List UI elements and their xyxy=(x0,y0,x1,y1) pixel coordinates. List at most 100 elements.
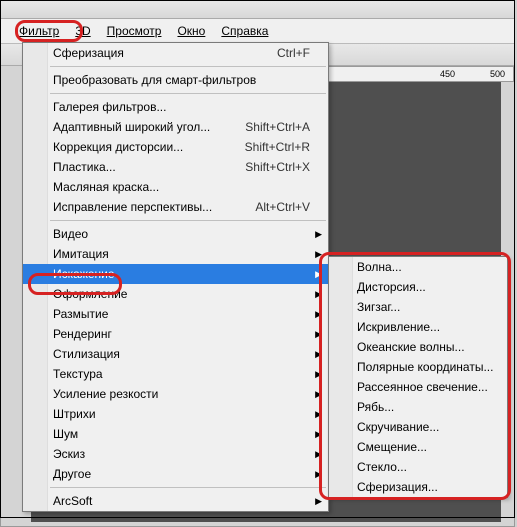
menu-item-sharpen[interactable]: Усиление резкости ▶ xyxy=(23,384,328,404)
menu-item-label: Оформление xyxy=(53,287,127,301)
titlebar xyxy=(1,1,514,19)
menu-item-arcsoft[interactable]: ArcSoft ▶ xyxy=(23,491,328,511)
menu-item-label: Размытие xyxy=(53,307,108,321)
menu-item-label: Галерея фильтров... xyxy=(53,100,166,114)
menu-item-last-filter[interactable]: Сферизация Ctrl+F xyxy=(23,43,328,63)
menu-separator xyxy=(50,66,326,67)
chevron-right-icon: ▶ xyxy=(315,429,322,440)
submenu-item-distortion[interactable]: Дисторсия... xyxy=(329,277,507,297)
menu-item-shortcut: Shift+Ctrl+X xyxy=(245,160,310,174)
menu-item-label: Коррекция дисторсии... xyxy=(53,140,183,154)
menu-item-adaptive[interactable]: Адаптивный широкий угол... Shift+Ctrl+A xyxy=(23,117,328,137)
menu-item-distort[interactable]: Искажение ▶ xyxy=(23,264,328,284)
filter-menu: Сферизация Ctrl+F Преобразовать для смар… xyxy=(22,42,329,512)
menu-item-shortcut: Alt+Ctrl+V xyxy=(255,200,310,214)
menu-item-decor[interactable]: Оформление ▶ xyxy=(23,284,328,304)
chevron-right-icon: ▶ xyxy=(315,269,322,280)
menu-item-label: Имитация xyxy=(53,247,109,261)
menu-item-label: Стекло... xyxy=(357,460,407,474)
menu-item-label: ArcSoft xyxy=(53,494,92,508)
menu-item-label: Штрихи xyxy=(53,407,96,421)
menu-item-shortcut: Shift+Ctrl+A xyxy=(245,120,310,134)
menu-item-noise[interactable]: Шум ▶ xyxy=(23,424,328,444)
menu-item-label: Дисторсия... xyxy=(357,280,426,294)
menu-item-label: Зигзаг... xyxy=(357,300,400,314)
chevron-right-icon: ▶ xyxy=(315,409,322,420)
chevron-right-icon: ▶ xyxy=(315,289,322,300)
chevron-right-icon: ▶ xyxy=(315,389,322,400)
menu-item-label: Эскиз xyxy=(53,447,85,461)
submenu-item-shift[interactable]: Смещение... xyxy=(329,437,507,457)
ruler-tick: 450 xyxy=(440,69,455,79)
submenu-item-curve[interactable]: Искривление... xyxy=(329,317,507,337)
menu-item-label: Масляная краска... xyxy=(53,180,159,194)
menu-item-shortcut: Ctrl+F xyxy=(277,46,310,60)
menu-item-label: Шум xyxy=(53,427,78,441)
submenu-item-zigzag[interactable]: Зигзаг... xyxy=(329,297,507,317)
submenu-item-twirl[interactable]: Скручивание... xyxy=(329,417,507,437)
ruler-tick: 500 xyxy=(490,69,505,79)
menu-item-strokes[interactable]: Штрихи ▶ xyxy=(23,404,328,424)
menu-item-label: Искривление... xyxy=(357,320,440,334)
chevron-right-icon: ▶ xyxy=(315,249,322,260)
menu-item-label: Пластика... xyxy=(53,160,116,174)
menu-item-gallery[interactable]: Галерея фильтров... xyxy=(23,97,328,117)
menu-item-label: Полярные координаты... xyxy=(357,360,493,374)
chevron-right-icon: ▶ xyxy=(315,229,322,240)
menu-item-label: Сферизация xyxy=(53,46,124,60)
menu-separator xyxy=(50,220,326,221)
menu-item-stylize[interactable]: Стилизация ▶ xyxy=(23,344,328,364)
menu-filter[interactable]: Фильтр xyxy=(11,21,67,41)
menu-item-label: Текстура xyxy=(53,367,103,381)
menu-item-shortcut: Shift+Ctrl+R xyxy=(245,140,310,154)
menu-item-label: Сферизация... xyxy=(357,480,438,494)
chevron-right-icon: ▶ xyxy=(315,329,322,340)
menu-item-label: Искажение xyxy=(53,267,115,281)
chevron-right-icon: ▶ xyxy=(315,496,322,507)
menu-item-vanish[interactable]: Исправление перспективы... Alt+Ctrl+V xyxy=(23,197,328,217)
menu-item-label: Адаптивный широкий угол... xyxy=(53,120,210,134)
submenu-item-glass[interactable]: Стекло... xyxy=(329,457,507,477)
menu-item-label: Другое xyxy=(53,467,91,481)
menu-item-label: Волна... xyxy=(357,260,402,274)
menu-item-texture[interactable]: Текстура ▶ xyxy=(23,364,328,384)
menu-item-convert-smart[interactable]: Преобразовать для смарт-фильтров xyxy=(23,70,328,90)
menu-item-imitation[interactable]: Имитация ▶ xyxy=(23,244,328,264)
menu-item-label: Скручивание... xyxy=(357,420,439,434)
chevron-right-icon: ▶ xyxy=(315,349,322,360)
menu-item-label: Рассеянное свечение... xyxy=(357,380,488,394)
menu-item-label: Рендеринг xyxy=(53,327,112,341)
menu-3d[interactable]: 3D xyxy=(67,21,98,41)
menu-item-other[interactable]: Другое ▶ xyxy=(23,464,328,484)
menu-help[interactable]: Справка xyxy=(213,21,276,41)
submenu-item-diffuse[interactable]: Рассеянное свечение... xyxy=(329,377,507,397)
menu-item-sketch[interactable]: Эскиз▶ xyxy=(23,444,328,464)
menubar: Фильтр 3D Просмотр Окно Справка xyxy=(1,19,514,44)
menu-separator xyxy=(50,487,326,488)
submenu-item-spherize[interactable]: Сферизация... xyxy=(329,477,507,497)
menu-item-label: Океанские волны... xyxy=(357,340,465,354)
distort-submenu: Волна... Дисторсия... Зигзаг... Искривле… xyxy=(328,256,508,498)
menu-item-liquify[interactable]: Пластика... Shift+Ctrl+X xyxy=(23,157,328,177)
submenu-item-ripple[interactable]: Рябь... xyxy=(329,397,507,417)
menu-item-video[interactable]: Видео ▶ xyxy=(23,224,328,244)
menu-view[interactable]: Просмотр xyxy=(99,21,170,41)
menu-item-label: Исправление перспективы... xyxy=(53,200,212,214)
menu-item-label: Рябь... xyxy=(357,400,394,414)
menu-item-blur[interactable]: Размытие ▶ xyxy=(23,304,328,324)
menu-item-label: Смещение... xyxy=(357,440,427,454)
menu-item-label: Видео xyxy=(53,227,88,241)
menu-window[interactable]: Окно xyxy=(169,21,213,41)
submenu-item-wave[interactable]: Волна... xyxy=(329,257,507,277)
submenu-item-ocean[interactable]: Океанские волны... xyxy=(329,337,507,357)
submenu-item-polar[interactable]: Полярные координаты... xyxy=(329,357,507,377)
menu-item-render[interactable]: Рендеринг ▶ xyxy=(23,324,328,344)
chevron-right-icon: ▶ xyxy=(315,469,322,480)
menu-item-label: Усиление резкости xyxy=(53,387,158,401)
menu-item-oil[interactable]: Масляная краска... xyxy=(23,177,328,197)
chevron-right-icon: ▶ xyxy=(315,309,322,320)
menu-separator xyxy=(50,93,326,94)
menu-item-label: Стилизация xyxy=(53,347,120,361)
menu-item-lens[interactable]: Коррекция дисторсии... Shift+Ctrl+R xyxy=(23,137,328,157)
chevron-right-icon: ▶ xyxy=(315,369,322,380)
